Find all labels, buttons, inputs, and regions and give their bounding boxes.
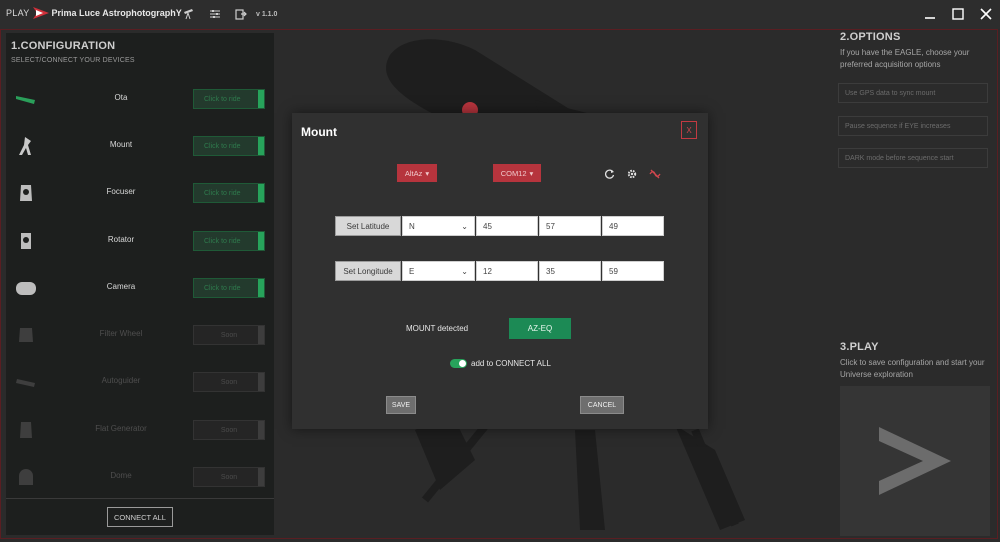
close-icon[interactable] [978, 6, 994, 22]
set-latitude-label: Set Latitude [335, 216, 401, 236]
device-soon-button: Soon [193, 467, 265, 487]
focuser-icon [14, 181, 38, 205]
telescope-icon[interactable] [182, 7, 196, 21]
chevron-down-icon: ⌄ [461, 221, 468, 231]
flat-generator-icon [14, 418, 38, 442]
chevron-down-icon: ⌄ [461, 266, 468, 276]
dialog-title: Mount [301, 125, 337, 139]
brand-name: Prima Luce AstrophotographY [51, 8, 182, 18]
export-icon[interactable] [234, 7, 248, 21]
ota-icon [14, 87, 38, 111]
brand-play-text: PLAY [6, 8, 30, 18]
options-description: If you have the EAGLE, choose your prefe… [840, 48, 970, 69]
latitude-hemisphere-select[interactable]: N ⌄ [402, 216, 475, 236]
device-row-mount: Mount Click to ride [6, 134, 274, 158]
port-dropdown[interactable]: COM12 ▾ [493, 164, 541, 182]
filter-wheel-icon [14, 323, 38, 347]
device-row-autoguider: Autoguider Soon [6, 370, 274, 394]
configuration-subtitle: SELECT/CONNECT YOUR DEVICES [11, 57, 135, 64]
play-button[interactable] [840, 386, 990, 536]
rotator-icon [14, 229, 38, 253]
device-row-focuser: Focuser Click to ride [6, 181, 274, 205]
device-toggle-button[interactable]: Click to ride [193, 89, 265, 109]
longitude-hemisphere-select[interactable]: E ⌄ [402, 261, 475, 281]
disconnect-icon[interactable] [649, 168, 661, 180]
set-longitude-label: Set Longitude [335, 261, 401, 281]
option-dark-mode-button[interactable]: DARK mode before sequence start [838, 148, 988, 168]
device-soon-button: Soon [193, 325, 265, 345]
dome-icon [14, 465, 38, 489]
latitude-degrees-input[interactable]: 45 [476, 216, 538, 236]
device-soon-button: Soon [193, 372, 265, 392]
device-row-flat-generator: Flat Generator Soon [6, 418, 274, 442]
device-name: Flat Generator [95, 424, 147, 433]
latitude-row: Set Latitude N ⌄ 45 57 49 [335, 216, 664, 238]
device-name: Rotator [107, 235, 135, 244]
device-name: Dome [110, 471, 132, 480]
device-name: Camera [106, 282, 136, 291]
maximize-icon[interactable] [950, 6, 966, 22]
device-name: Autoguider [101, 376, 141, 385]
play-description: Click to save configuration and start yo… [840, 358, 985, 379]
mount-type-dropdown[interactable]: AltAz ▾ [397, 164, 437, 182]
latitude-hemisphere-value: N [409, 221, 415, 231]
longitude-minutes-input[interactable]: 35 [539, 261, 601, 281]
latitude-minutes-input[interactable]: 57 [539, 216, 601, 236]
device-row-dome: Dome Soon [6, 465, 274, 489]
mount-detected-label: MOUNT detected [406, 324, 469, 333]
refresh-icon[interactable] [604, 168, 616, 180]
port-value: COM12 [500, 168, 527, 178]
title-bar: PLAY Prima Luce AstrophotographY v 1.1.0 [0, 0, 1000, 29]
mount-type-value: AltAz [404, 168, 423, 178]
cancel-button[interactable]: CANCEL [580, 396, 624, 414]
mount-dialog: Mount X AltAz ▾ COM12 ▾ Set Latitude N ⌄… [292, 113, 708, 429]
save-button[interactable]: SAVE [386, 396, 416, 414]
prima-luce-logo-icon [32, 7, 49, 19]
caret-down-icon: ▾ [529, 168, 534, 178]
option-pause-sequence-button[interactable]: Pause sequence if EYE increases [838, 116, 988, 136]
device-toggle-button[interactable]: Click to ride [193, 231, 265, 251]
longitude-degrees-input[interactable]: 12 [476, 261, 538, 281]
device-row-ota: Ota Click to ride [6, 87, 274, 111]
connect-all-toggle[interactable] [450, 359, 467, 368]
mount-icon [14, 134, 38, 158]
autoguider-icon [14, 370, 38, 394]
version-label: v 1.1.0 [256, 11, 278, 18]
device-name: Mount [109, 140, 133, 149]
latitude-seconds-input[interactable]: 49 [602, 216, 664, 236]
connect-all-toggle-label: add to CONNECT ALL [471, 359, 551, 368]
options-panel: 2.OPTIONS If you have the EAGLE, choose … [836, 30, 996, 538]
device-toggle-button[interactable]: Click to ride [193, 136, 265, 156]
device-name: Focuser [106, 187, 136, 196]
device-toggle-button[interactable]: Click to ride [193, 183, 265, 203]
options-title: 2.OPTIONS [840, 31, 901, 43]
connect-all-button[interactable]: CONNECT ALL [107, 507, 173, 527]
device-row-filter-wheel: Filter Wheel Soon [6, 323, 274, 347]
device-name: Filter Wheel [99, 329, 143, 338]
play-arrow-icon [879, 427, 951, 495]
camera-icon [14, 276, 38, 300]
option-gps-sync-button[interactable]: Use GPS data to sync mount [838, 83, 988, 103]
brand-logo: PLAY Prima Luce AstrophotographY [6, 7, 182, 19]
device-row-rotator: Rotator Click to ride [6, 229, 274, 253]
configuration-title: 1.CONFIGURATION [11, 40, 116, 52]
caret-down-icon: ▾ [425, 168, 430, 178]
panel-divider [6, 498, 274, 499]
device-name: Ota [114, 93, 128, 102]
device-soon-button: Soon [193, 420, 265, 440]
gear-icon[interactable] [626, 168, 638, 180]
play-title: 3.PLAY [840, 341, 879, 353]
minimize-icon[interactable] [922, 6, 938, 22]
device-row-camera: Camera Click to ride [6, 276, 274, 300]
device-toggle-button[interactable]: Click to ride [193, 278, 265, 298]
sliders-icon[interactable] [208, 7, 222, 21]
configuration-panel: 1.CONFIGURATION SELECT/CONNECT YOUR DEVI… [6, 33, 274, 535]
longitude-row: Set Longitude E ⌄ 12 35 59 [335, 261, 664, 283]
dialog-close-button[interactable]: X [681, 121, 697, 139]
mount-detected-value: AZ-EQ [509, 318, 571, 339]
longitude-hemisphere-value: E [409, 266, 415, 276]
longitude-seconds-input[interactable]: 59 [602, 261, 664, 281]
